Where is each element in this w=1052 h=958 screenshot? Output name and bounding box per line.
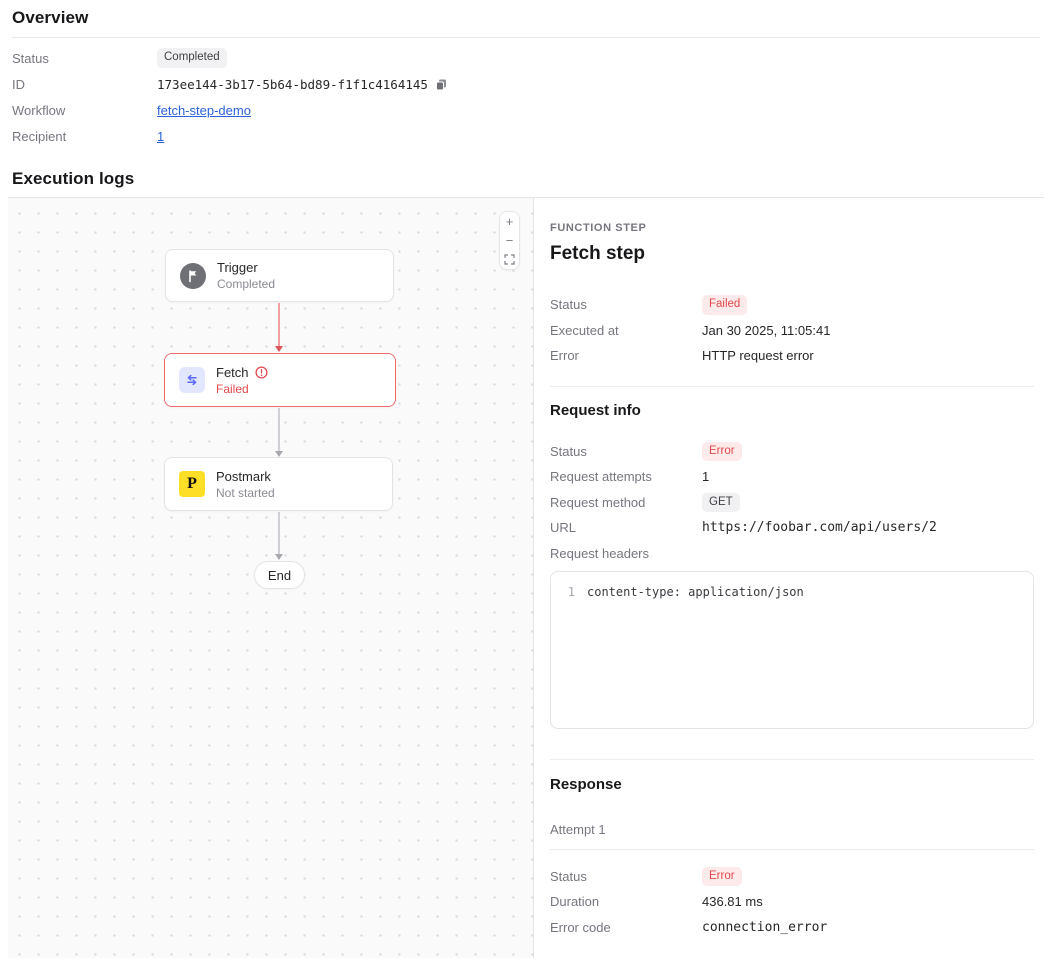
recipient-link[interactable]: 1 [157, 129, 164, 144]
request-headers-code-block[interactable]: 1 content-type: application/json [550, 571, 1034, 729]
request-info-heading: Request info [550, 402, 1034, 419]
request-status-badge: Error [702, 442, 742, 462]
response-error-code-row: Error code connection_error [550, 915, 1034, 941]
request-headers-row: Request headers [550, 541, 1034, 567]
step-error-row: Error HTTP request error [550, 343, 1034, 369]
response-error-code-label: Error code [550, 920, 702, 935]
executed-at-value: Jan 30 2025, 11:05:41 [702, 323, 830, 338]
overview-row-status: Status Completed [12, 45, 1040, 71]
attempt-row: Attempt 1 [550, 817, 1034, 843]
status-badge: Completed [157, 48, 227, 68]
request-method-label: Request method [550, 495, 702, 510]
code-line-text: content-type: application/json [587, 584, 804, 601]
fit-view-icon [504, 254, 515, 265]
transaction-id-value: 173ee144-3b17-5b64-bd89-f1f1c4164145 [157, 77, 428, 92]
edge-postmark-to-end [278, 512, 280, 560]
step-detail-panel: FUNCTION STEP Fetch step Status Failed E… [534, 198, 1044, 958]
id-label: ID [12, 77, 157, 92]
request-url-row: URL https://foobar.com/api/users/2 [550, 515, 1034, 541]
edge-trigger-to-fetch [278, 303, 280, 352]
workflow-label: Workflow [12, 103, 157, 118]
overview-row-recipient: Recipient 1 [12, 123, 1040, 149]
step-status-badge: Failed [702, 295, 747, 315]
request-method-badge: GET [702, 493, 740, 513]
request-attempts-value: 1 [702, 469, 709, 484]
canvas-controls: + − [499, 211, 520, 270]
recipient-label: Recipient [12, 129, 157, 144]
swap-arrows-icon [179, 367, 205, 393]
postmark-node-title: Postmark [216, 469, 275, 484]
response-heading: Response [550, 776, 1034, 793]
copy-icon [435, 78, 448, 91]
overview-section: Overview Status Completed ID 173ee144-3b… [12, 0, 1040, 149]
edge-fetch-to-postmark [278, 408, 280, 457]
workflow-node-end[interactable]: End [254, 561, 305, 589]
fetch-node-status: Failed [216, 382, 268, 396]
response-status-row: Status Error [550, 864, 1034, 890]
step-status-row: Status Failed [550, 292, 1034, 318]
step-error-label: Error [550, 348, 702, 363]
step-type-eyebrow: FUNCTION STEP [550, 222, 1034, 234]
response-status-badge: Error [702, 867, 742, 887]
executed-at-label: Executed at [550, 323, 702, 338]
attempt-label: Attempt 1 [550, 822, 606, 837]
response-status-label: Status [550, 869, 702, 884]
workflow-node-fetch[interactable]: Fetch Failed [164, 353, 396, 407]
status-label: Status [12, 51, 157, 66]
step-status-label: Status [550, 297, 702, 312]
overview-heading: Overview [12, 8, 1040, 28]
postmark-logo-icon: P [179, 471, 205, 497]
panel-divider [550, 386, 1034, 387]
code-line-number: 1 [563, 584, 575, 601]
execution-logs-heading: Execution logs [12, 169, 1040, 189]
response-error-code-value: connection_error [702, 920, 827, 935]
request-status-row: Status Error [550, 439, 1034, 465]
workflow-node-trigger[interactable]: Trigger Completed [165, 249, 394, 302]
executed-at-row: Executed at Jan 30 2025, 11:05:41 [550, 318, 1034, 344]
flag-icon [180, 263, 206, 289]
workflow-node-postmark[interactable]: P Postmark Not started [164, 457, 393, 511]
workflow-link[interactable]: fetch-step-demo [157, 103, 251, 118]
request-method-row: Request method GET [550, 490, 1034, 516]
code-line: 1 content-type: application/json [563, 584, 1021, 601]
panel-divider [550, 759, 1034, 760]
overview-row-id: ID 173ee144-3b17-5b64-bd89-f1f1c4164145 [12, 71, 1040, 97]
response-duration-row: Duration 436.81 ms [550, 889, 1034, 915]
postmark-node-status: Not started [216, 486, 275, 500]
response-duration-value: 436.81 ms [702, 894, 763, 909]
step-error-value: HTTP request error [702, 348, 814, 363]
fit-view-button[interactable] [500, 250, 519, 269]
zoom-in-button[interactable]: + [500, 212, 519, 231]
overview-divider [12, 37, 1040, 38]
trigger-node-status: Completed [217, 277, 275, 291]
copy-id-button[interactable] [435, 78, 448, 91]
workflow-canvas[interactable]: Trigger Completed Fetch [8, 198, 534, 958]
step-title: Fetch step [550, 243, 1034, 265]
response-duration-label: Duration [550, 894, 702, 909]
attempt-divider [550, 849, 1034, 850]
zoom-out-button[interactable]: − [500, 231, 519, 250]
request-status-label: Status [550, 444, 702, 459]
overview-row-workflow: Workflow fetch-step-demo [12, 97, 1040, 123]
fetch-node-title: Fetch [216, 365, 249, 380]
execution-logs-container: Trigger Completed Fetch [8, 197, 1044, 958]
request-headers-label: Request headers [550, 546, 702, 561]
error-alert-icon [255, 366, 268, 379]
request-url-value: https://foobar.com/api/users/2 [702, 520, 937, 535]
request-attempts-label: Request attempts [550, 469, 702, 484]
trigger-node-title: Trigger [217, 260, 275, 275]
request-url-label: URL [550, 520, 702, 535]
request-attempts-row: Request attempts 1 [550, 464, 1034, 490]
